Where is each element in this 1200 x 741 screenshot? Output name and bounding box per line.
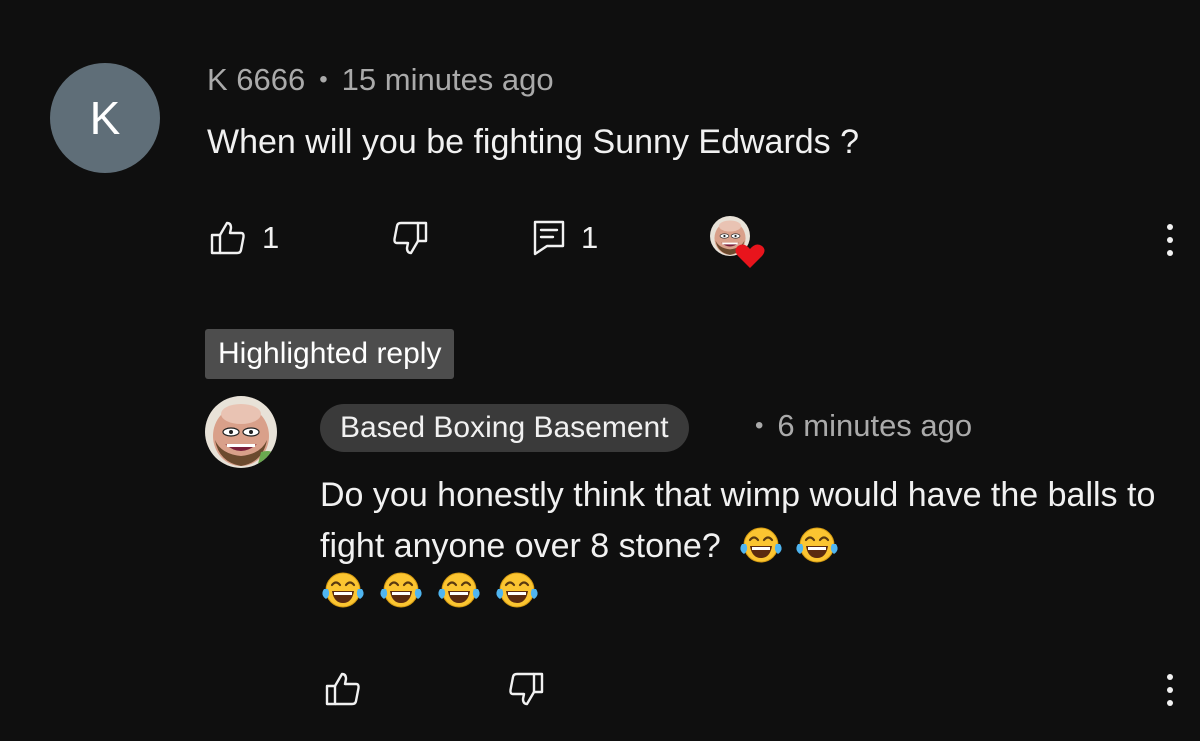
reply-dislike-button[interactable]	[508, 666, 544, 712]
comment-text: When will you be fighting Sunny Edwards …	[207, 123, 860, 161]
reply-meta: • 6 minutes ago	[755, 408, 972, 444]
thumbs-down-icon	[392, 221, 428, 255]
emoji-row	[320, 570, 552, 610]
thumbs-up-icon	[210, 221, 246, 255]
channel-owner-chip[interactable]: Based Boxing Basement	[320, 404, 689, 452]
face-with-tears-of-joy-emoji	[320, 570, 366, 610]
face-with-tears-of-joy-emoji	[794, 525, 840, 565]
face-with-tears-of-joy-emoji	[494, 570, 540, 610]
comment-author[interactable]: K 6666	[207, 62, 305, 98]
highlighted-reply-label: Highlighted reply	[205, 329, 455, 379]
more-vert-icon[interactable]	[1160, 670, 1180, 710]
author-avatar[interactable]: K	[50, 63, 160, 173]
meta-separator: •	[755, 412, 764, 439]
meta-separator: •	[319, 66, 328, 93]
reply-author-avatar[interactable]	[205, 396, 277, 468]
face-with-tears-of-joy-emoji	[378, 570, 424, 610]
like-button[interactable]: 1	[210, 215, 279, 261]
like-count: 1	[262, 220, 280, 255]
thumbs-down-icon	[508, 672, 544, 706]
reply-button[interactable]: 1	[533, 215, 598, 261]
comment-timestamp[interactable]: 15 minutes ago	[342, 62, 554, 98]
thumbs-up-icon	[325, 672, 361, 706]
more-vert-icon[interactable]	[1160, 220, 1180, 260]
dislike-button[interactable]	[392, 215, 428, 261]
comment-meta: K 6666 • 15 minutes ago	[207, 62, 554, 98]
reply-text: Do you honestly think that wimp would ha…	[320, 470, 1160, 572]
avatar-letter: K	[89, 92, 121, 144]
reply-like-button[interactable]	[325, 666, 361, 712]
reply-timestamp[interactable]: 6 minutes ago	[777, 408, 972, 444]
reply-icon	[533, 220, 565, 256]
face-with-tears-of-joy-emoji	[436, 570, 482, 610]
creator-heart-icon	[735, 244, 765, 268]
face-with-tears-of-joy-emoji	[738, 525, 784, 565]
creator-heart-badge[interactable]	[708, 210, 766, 272]
reply-count: 1	[581, 220, 599, 255]
